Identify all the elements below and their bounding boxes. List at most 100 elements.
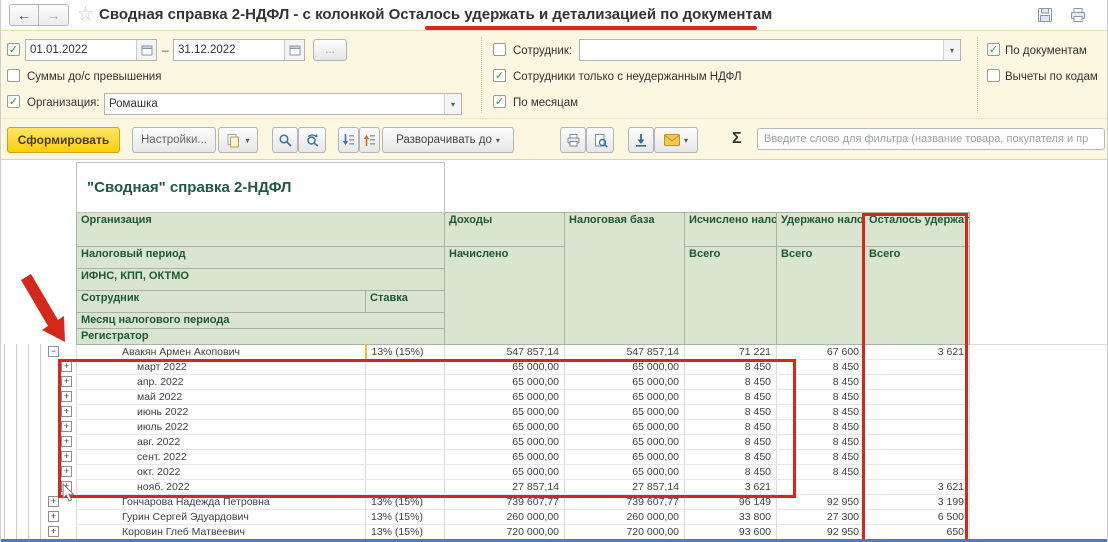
cell-remaining[interactable]: [865, 375, 970, 390]
expand-groups-button[interactable]: [359, 127, 380, 153]
table-row[interactable]: июль 2022 65 000,00 65 000,00 8 450 8 45…: [77, 420, 970, 435]
cell-calculated[interactable]: 8 450: [685, 465, 777, 480]
quick-filter-input[interactable]: [757, 128, 1105, 150]
row-expander[interactable]: +: [61, 376, 72, 387]
by-months-label[interactable]: По месяцам: [513, 97, 578, 109]
cell-withheld[interactable]: 8 450: [777, 420, 865, 435]
table-row[interactable]: нояб. 2022 27 857,14 27 857,14 3 621 3 6…: [77, 480, 970, 495]
favorite-star-icon[interactable]: ☆: [77, 3, 94, 26]
cell-name[interactable]: сент. 2022: [77, 450, 366, 465]
row-expander[interactable]: +: [61, 421, 72, 432]
cell-calculated[interactable]: 8 450: [685, 390, 777, 405]
calendar-icon[interactable]: [136, 40, 156, 60]
cell-remaining[interactable]: 6 500: [865, 510, 970, 525]
cell-base[interactable]: 65 000,00: [565, 390, 685, 405]
forward-button[interactable]: →: [39, 4, 69, 26]
cell-base[interactable]: 547 857,14: [565, 345, 685, 360]
cell-withheld[interactable]: 8 450: [777, 390, 865, 405]
cell-withheld[interactable]: 8 450: [777, 360, 865, 375]
cell-calculated[interactable]: 8 450: [685, 450, 777, 465]
row-expander[interactable]: +: [48, 511, 59, 522]
cell-base[interactable]: 65 000,00: [565, 360, 685, 375]
cell-withheld[interactable]: 92 950: [777, 495, 865, 510]
cell-rate[interactable]: [366, 480, 445, 495]
employee-checkbox[interactable]: [493, 43, 506, 56]
cell-calculated[interactable]: 33 800: [685, 510, 777, 525]
cell-name[interactable]: март 2022: [77, 360, 366, 375]
cell-name[interactable]: окт. 2022: [77, 465, 366, 480]
row-expander[interactable]: +: [48, 496, 59, 507]
period-from-input[interactable]: [26, 40, 136, 60]
table-row[interactable]: Гончарова Надежда Петровна 13% (15%) 739…: [77, 495, 970, 510]
cell-name[interactable]: апр. 2022: [77, 375, 366, 390]
cell-remaining[interactable]: [865, 465, 970, 480]
cell-base[interactable]: 65 000,00: [565, 450, 685, 465]
cell-base[interactable]: 65 000,00: [565, 375, 685, 390]
cell-rate[interactable]: 13% (15%): [366, 345, 445, 360]
calendar-icon[interactable]: [284, 40, 304, 60]
cell-base[interactable]: 65 000,00: [565, 435, 685, 450]
row-expander[interactable]: +: [48, 526, 59, 537]
autosum-button[interactable]: Σ: [732, 130, 742, 148]
row-expander[interactable]: +: [61, 451, 72, 462]
row-expander[interactable]: +: [61, 391, 72, 402]
row-expander[interactable]: +: [61, 436, 72, 447]
cell-name[interactable]: нояб. 2022: [77, 480, 366, 495]
cell-name[interactable]: июль 2022: [77, 420, 366, 435]
print-preview-button[interactable]: [586, 127, 614, 153]
cell-income[interactable]: 65 000,00: [445, 405, 565, 420]
cell-remaining[interactable]: [865, 450, 970, 465]
row-expander[interactable]: +: [61, 466, 72, 477]
cell-rate[interactable]: 13% (15%): [366, 510, 445, 525]
cell-rate[interactable]: [366, 420, 445, 435]
table-row[interactable]: Авакян Армен Акопович 13% (15%) 547 857,…: [77, 345, 970, 360]
unwithheld-checkbox[interactable]: ✓: [493, 69, 506, 82]
cell-name[interactable]: Коровин Глеб Матвеевич: [77, 525, 366, 540]
cell-name[interactable]: июнь 2022: [77, 405, 366, 420]
send-email-button[interactable]: ▾: [654, 127, 698, 153]
cell-calculated[interactable]: 3 621: [685, 480, 777, 495]
cell-rate[interactable]: [366, 360, 445, 375]
cell-base[interactable]: 65 000,00: [565, 405, 685, 420]
cell-name[interactable]: Гончарова Надежда Петровна: [77, 495, 366, 510]
deductions-checkbox[interactable]: [987, 69, 1000, 82]
cell-income[interactable]: 739 607,77: [445, 495, 565, 510]
cell-remaining[interactable]: 650: [865, 525, 970, 540]
row-expander[interactable]: +: [61, 481, 72, 492]
cell-income[interactable]: 65 000,00: [445, 420, 565, 435]
cell-income[interactable]: 65 000,00: [445, 375, 565, 390]
expand-to-button[interactable]: Разворачивать до ▾: [382, 127, 514, 153]
report-variants-button[interactable]: ▾: [218, 127, 258, 153]
print-button[interactable]: [560, 127, 586, 153]
cell-base[interactable]: 739 607,77: [565, 495, 685, 510]
cell-rate[interactable]: [366, 405, 445, 420]
row-expander[interactable]: −: [48, 346, 59, 357]
search-reset-button[interactable]: [298, 127, 326, 153]
cell-calculated[interactable]: 8 450: [685, 375, 777, 390]
cell-withheld[interactable]: 67 600: [777, 345, 865, 360]
cell-withheld[interactable]: 8 450: [777, 435, 865, 450]
by-documents-checkbox[interactable]: ✓: [987, 43, 1000, 56]
table-row[interactable]: Коровин Глеб Матвеевич 13% (15%) 720 000…: [77, 525, 970, 540]
cell-income[interactable]: 720 000,00: [445, 525, 565, 540]
row-expander[interactable]: +: [61, 406, 72, 417]
cell-name[interactable]: май 2022: [77, 390, 366, 405]
cell-remaining[interactable]: 3 199: [865, 495, 970, 510]
cell-calculated[interactable]: 71 221: [685, 345, 777, 360]
deductions-label[interactable]: Вычеты по кодам: [1005, 71, 1098, 83]
cell-calculated[interactable]: 93 600: [685, 525, 777, 540]
print-icon[interactable]: [1069, 6, 1087, 24]
table-row[interactable]: май 2022 65 000,00 65 000,00 8 450 8 450: [77, 390, 970, 405]
table-row[interactable]: Гурин Сергей Эдуардович 13% (15%) 260 00…: [77, 510, 970, 525]
cell-rate[interactable]: [366, 375, 445, 390]
cell-withheld[interactable]: 8 450: [777, 405, 865, 420]
cell-name[interactable]: Гурин Сергей Эдуардович: [77, 510, 366, 525]
cell-income[interactable]: 27 857,14: [445, 480, 565, 495]
cell-rate[interactable]: 13% (15%): [366, 495, 445, 510]
back-button[interactable]: ←: [9, 4, 39, 26]
cell-remaining[interactable]: 3 621: [865, 480, 970, 495]
cell-remaining[interactable]: 3 621: [865, 345, 970, 360]
settings-button[interactable]: Настройки...: [132, 127, 216, 153]
by-documents-label[interactable]: По документам: [1005, 45, 1087, 57]
cell-withheld[interactable]: 92 950: [777, 525, 865, 540]
